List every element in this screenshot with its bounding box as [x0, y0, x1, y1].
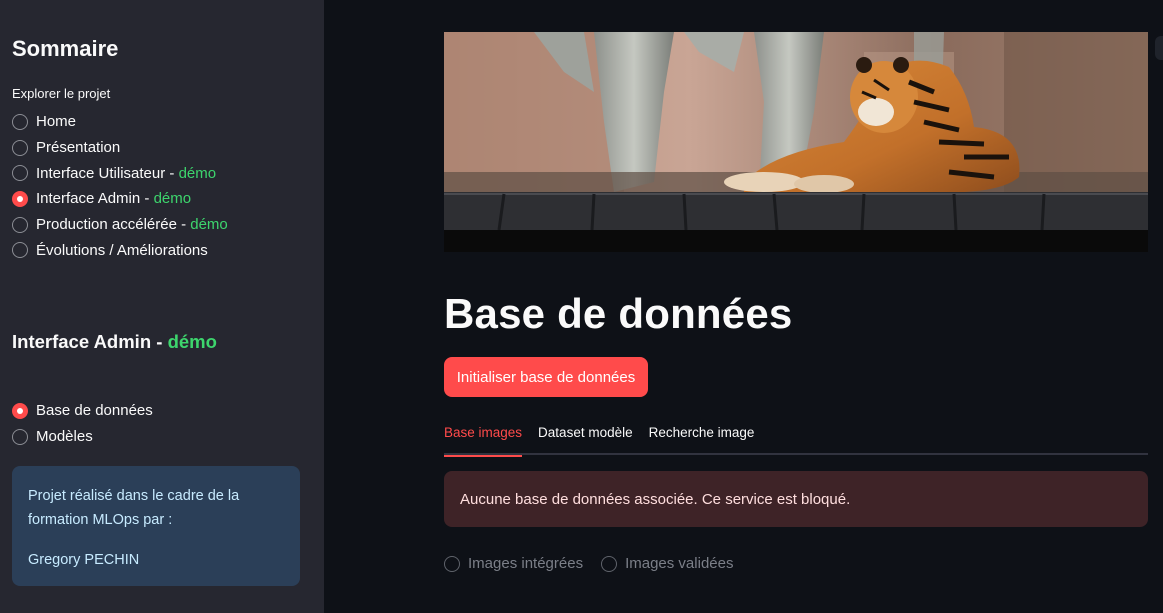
radio-circle — [12, 428, 28, 445]
nav-item-production-acceleree[interactable]: Production accélérée - démo — [12, 212, 228, 238]
section-title-text: Interface Admin - — [12, 331, 168, 352]
tab-recherche-image[interactable]: Recherche image — [649, 420, 755, 455]
nav-item-interface-utilisateur[interactable]: Interface Utilisateur - démo — [12, 160, 228, 186]
nav-item-label: Production accélérée - — [36, 216, 191, 234]
radio-circle — [12, 165, 28, 182]
tab-base-images[interactable]: Base images — [444, 420, 523, 457]
tab-bar: Base images Dataset modèle Recherche ima… — [444, 420, 1148, 457]
nav-item-label: Présentation — [36, 139, 121, 157]
radio-circle — [12, 242, 28, 259]
radio-selected — [12, 402, 28, 419]
radio-images-validees[interactable]: Images validées — [601, 551, 733, 577]
page-title: Base de données — [444, 290, 793, 337]
section-title: Interface Admin - démo — [12, 331, 217, 353]
sub-item-label: Modèles — [36, 428, 93, 446]
tab-dataset-modele[interactable]: Dataset modèle — [538, 420, 633, 455]
radio-label: Images validées — [625, 555, 734, 573]
images-radio-group: Images intégrées Images validées — [444, 551, 751, 577]
tiger-banner-image — [444, 32, 1148, 252]
nav-item-interface-admin[interactable]: Interface Admin - démo — [12, 186, 228, 212]
nav-item-evolutions[interactable]: Évolutions / Améliorations — [12, 237, 228, 263]
error-alert: Aucune base de données associée. Ce serv… — [444, 471, 1148, 527]
sidebar: Sommaire Explorer le projet Home Présent… — [0, 0, 324, 613]
nav-item-home[interactable]: Home — [12, 109, 228, 135]
nav-item-label: Interface Utilisateur - — [36, 164, 179, 182]
radio-circle — [12, 216, 28, 233]
sub-item-modeles[interactable]: Modèles — [12, 424, 153, 450]
demo-tag: démo — [190, 216, 228, 234]
sub-radio-group: Base de données Modèles — [12, 398, 153, 449]
demo-tag: démo — [178, 164, 217, 182]
explore-caption: Explorer le projet — [12, 86, 111, 101]
nav-item-label: Évolutions / Améliorations — [36, 241, 208, 259]
nav-item-label: Interface Admin - — [36, 190, 154, 208]
radio-label: Images intégrées — [468, 555, 584, 573]
sub-item-base-de-donnees[interactable]: Base de données — [12, 398, 153, 424]
radio-selected — [12, 190, 28, 207]
radio-images-integrees[interactable]: Images intégrées — [444, 551, 583, 577]
demo-tag: démo — [153, 190, 192, 208]
demo-tag: démo — [167, 331, 217, 352]
alert-text: Aucune base de données associée. Ce serv… — [460, 490, 851, 508]
sidebar-title: Sommaire — [12, 36, 119, 61]
toolbar-button[interactable] — [1155, 36, 1163, 60]
info-box: Projet réalisé dans le cadre de la forma… — [12, 466, 300, 586]
nav-radio-group: Home Présentation Interface Utilisateur … — [12, 109, 228, 263]
info-text: Projet réalisé dans le cadre de la forma… — [28, 488, 240, 528]
radio-circle — [12, 113, 28, 130]
nav-item-label: Home — [36, 113, 77, 131]
radio-circle — [444, 555, 460, 572]
nav-item-presentation[interactable]: Présentation — [12, 135, 228, 161]
init-database-button[interactable]: Initialiser base de données — [444, 357, 648, 397]
author-name: Gregory PECHIN — [28, 552, 140, 568]
sub-item-label: Base de données — [36, 402, 153, 420]
radio-circle — [12, 139, 28, 156]
radio-circle — [601, 555, 618, 572]
